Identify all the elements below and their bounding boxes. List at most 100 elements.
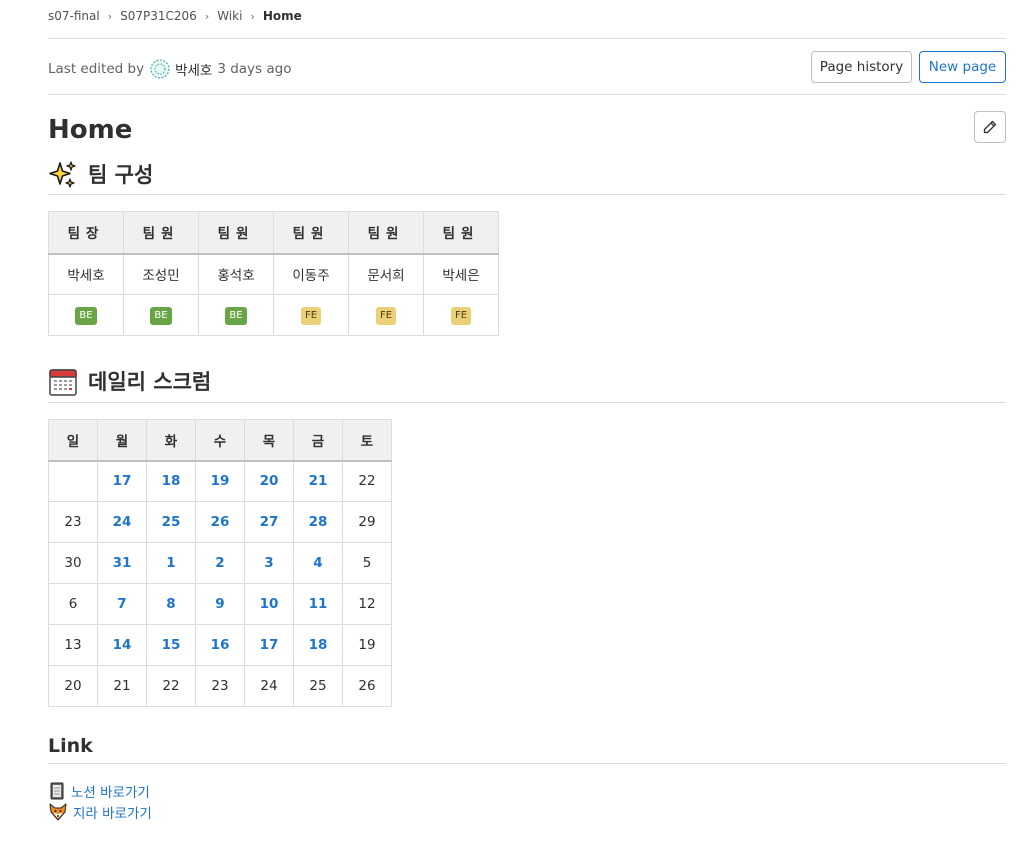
page-title: Home [48, 115, 133, 145]
calendar-day: 22 [342, 460, 392, 502]
scrum-day-link[interactable]: 27 [244, 501, 294, 543]
team-section-title: 팀 구성 [88, 163, 154, 187]
scrum-day-link[interactable]: 15 [146, 624, 196, 666]
edit-button[interactable] [974, 111, 1006, 143]
link-list: 노션 바로가기 지라 바로가기 [48, 780, 152, 822]
chevron-right-icon: › [250, 9, 255, 23]
calendar-day: 22 [146, 665, 196, 707]
scrum-day-link[interactable]: 2 [195, 542, 245, 584]
calendar-week-row: 6 7 8 9 10 11 12 [48, 583, 392, 625]
scrum-day-link[interactable]: 14 [97, 624, 147, 666]
scrum-day-link[interactable]: 16 [195, 624, 245, 666]
breadcrumb-wiki[interactable]: Wiki [217, 9, 242, 23]
calendar-week-row: 30 31 1 2 3 4 5 [48, 542, 392, 584]
member-name: 문서희 [348, 253, 424, 295]
calendar-week-row: 23 24 25 26 27 28 29 [48, 501, 392, 543]
scrum-day-link[interactable]: 4 [293, 542, 343, 584]
member-name: 이동주 [273, 253, 349, 295]
breadcrumb: s07-final › S07P31C206 › Wiki › Home [48, 8, 302, 24]
role-badge: FE [450, 306, 472, 325]
notion-link[interactable]: 노션 바로가기 [71, 781, 150, 801]
avatar[interactable] [150, 59, 170, 79]
page-history-button[interactable]: Page history [811, 51, 912, 83]
role-badge: BE [150, 306, 172, 325]
role-header: 팀장 [48, 211, 124, 254]
scrum-day-link[interactable]: 10 [244, 583, 294, 625]
calendar-week-row: 13 14 15 16 17 18 19 [48, 624, 392, 666]
team-header-row: 팀장 팀원 팀원 팀원 팀원 팀원 [48, 211, 499, 254]
sparkles-icon [48, 160, 78, 190]
calendar-day: 5 [342, 542, 392, 584]
role-header: 팀원 [198, 211, 274, 254]
team-table: 팀장 팀원 팀원 팀원 팀원 팀원 박세호 조성민 홍석호 이동주 문서희 박세… [48, 211, 499, 336]
scrum-day-link[interactable]: 17 [244, 624, 294, 666]
calendar-day: 12 [342, 583, 392, 625]
author-name[interactable]: 박세호 [175, 59, 212, 79]
scrum-day-link[interactable]: 28 [293, 501, 343, 543]
breadcrumb-project[interactable]: S07P31C206 [120, 9, 197, 23]
new-page-button[interactable]: New page [919, 51, 1006, 83]
calendar-day: 29 [342, 501, 392, 543]
weekday-header: 일 [48, 419, 98, 461]
weekday-header: 화 [146, 419, 196, 461]
scrum-day-link[interactable]: 25 [146, 501, 196, 543]
calendar-day: 19 [342, 624, 392, 666]
breadcrumb-project-group[interactable]: s07-final [48, 9, 100, 23]
scrum-section-title: 데일리 스크럼 [88, 370, 212, 394]
scrum-day-link[interactable]: 24 [97, 501, 147, 543]
role-header: 팀원 [123, 211, 199, 254]
team-badges-row: BE BE BE FE FE FE [48, 294, 499, 336]
scrum-day-link[interactable]: 19 [195, 460, 245, 502]
divider [48, 763, 1006, 764]
weekday-header: 월 [97, 419, 147, 461]
team-section-heading: 팀 구성 [48, 160, 153, 190]
weekday-header: 토 [342, 419, 392, 461]
list-item: 지라 바로가기 [48, 801, 152, 822]
scrum-day-link[interactable]: 7 [97, 583, 147, 625]
role-badge: BE [75, 306, 97, 325]
breadcrumb-current[interactable]: Home [263, 9, 302, 23]
jira-link[interactable]: 지라 바로가기 [73, 802, 152, 822]
scrum-day-link[interactable]: 1 [146, 542, 196, 584]
chevron-right-icon: › [107, 9, 113, 23]
scrum-day-link[interactable]: 11 [293, 583, 343, 625]
scrum-calendar: 일월화수목금토 17 18 19 20 21 22 23 24 25 26 27 28 29 30 31 1 2… [48, 419, 392, 707]
scrum-day-link[interactable]: 31 [97, 542, 147, 584]
fox-icon [48, 802, 73, 822]
notebook-icon [48, 782, 71, 800]
scrum-day-link[interactable]: 18 [146, 460, 196, 502]
last-edited-info: Last edited by 박세호 3 days ago [48, 58, 291, 80]
role-header: 팀원 [423, 211, 499, 254]
calendar-day [48, 460, 98, 502]
divider [48, 402, 1006, 403]
weekday-header: 목 [244, 419, 294, 461]
calendar-day: 20 [48, 665, 98, 707]
calendar-day: 23 [195, 665, 245, 707]
calendar-day: 26 [342, 665, 392, 707]
role-badge: BE [225, 306, 247, 325]
member-name: 홍석호 [198, 253, 274, 295]
scrum-day-link[interactable]: 17 [97, 460, 147, 502]
calendar-day: 24 [244, 665, 294, 707]
scrum-day-link[interactable]: 21 [293, 460, 343, 502]
list-item: 노션 바로가기 [48, 780, 152, 801]
role-badge: FE [300, 306, 322, 325]
role-badge: FE [375, 306, 397, 325]
calendar-day: 21 [97, 665, 147, 707]
chevron-right-icon: › [204, 9, 210, 23]
calendar-week-row: 17 18 19 20 21 22 [48, 460, 392, 502]
pencil-icon [982, 119, 998, 135]
scrum-day-link[interactable]: 18 [293, 624, 343, 666]
scrum-section-heading: 데일리 스크럼 [48, 367, 211, 397]
weekday-header: 금 [293, 419, 343, 461]
divider [48, 38, 1006, 39]
scrum-day-link[interactable]: 3 [244, 542, 294, 584]
member-name: 박세호 [48, 253, 124, 295]
scrum-day-link[interactable]: 8 [146, 583, 196, 625]
team-names-row: 박세호 조성민 홍석호 이동주 문서희 박세은 [48, 253, 499, 295]
member-name: 박세은 [423, 253, 499, 295]
scrum-day-link[interactable]: 26 [195, 501, 245, 543]
scrum-day-link[interactable]: 20 [244, 460, 294, 502]
scrum-day-link[interactable]: 9 [195, 583, 245, 625]
divider [48, 94, 1006, 95]
